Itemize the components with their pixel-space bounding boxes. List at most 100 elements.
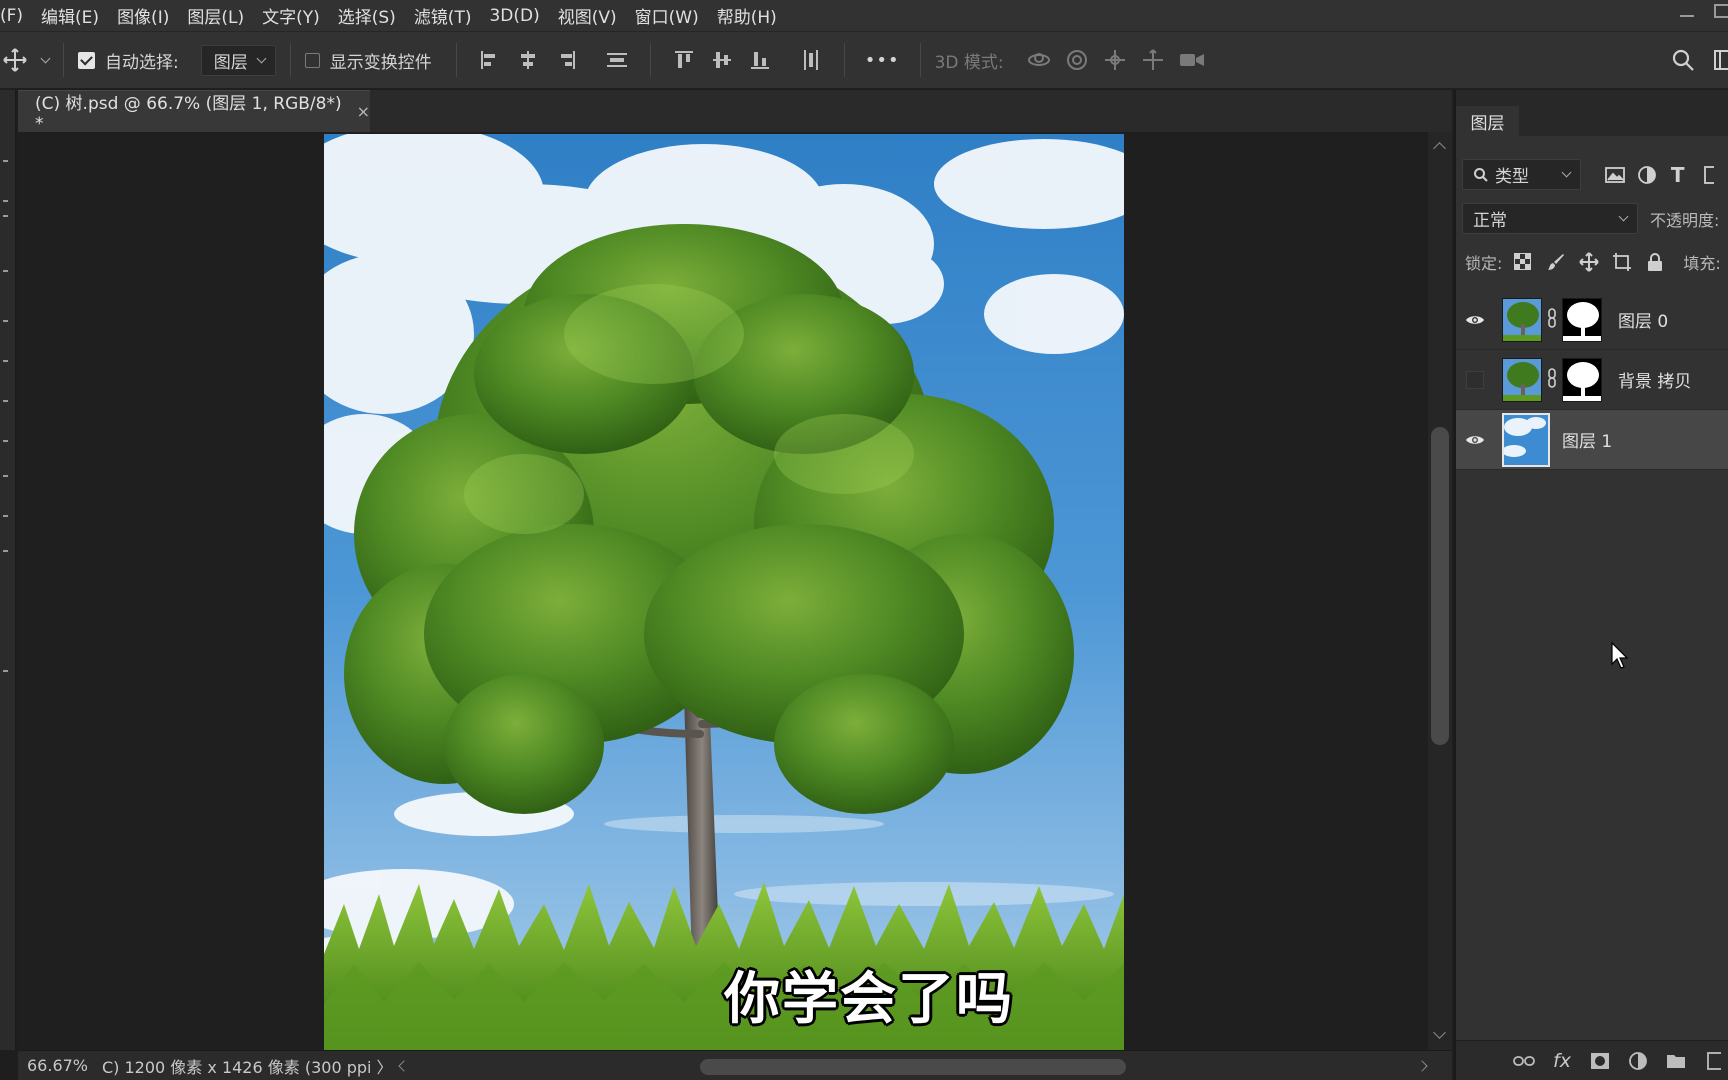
lock-transparency-icon[interactable] (1512, 251, 1534, 273)
menu-image[interactable]: 图像(I) (108, 3, 178, 28)
search-icon[interactable] (1670, 47, 1696, 73)
orbit-3d-icon[interactable] (1026, 47, 1052, 73)
menu-layer[interactable]: 图层(L) (178, 3, 253, 28)
filter-pixel-icon[interactable] (1605, 164, 1626, 186)
layer-row[interactable]: 背景 拷贝 (1456, 350, 1728, 410)
distribute-vertical-icon[interactable] (605, 48, 629, 72)
layer-mask-thumbnail[interactable] (1562, 357, 1602, 402)
tool-preset-chevron-down-icon[interactable] (40, 53, 51, 63)
restore-icon[interactable] (1714, 4, 1728, 18)
layer-thumbnail[interactable] (1502, 412, 1550, 467)
slide-3d-icon[interactable] (1140, 47, 1166, 73)
align-right-icon[interactable] (554, 48, 578, 72)
move-icon[interactable] (2, 47, 28, 73)
lock-position-icon[interactable] (1578, 251, 1600, 273)
roll-3d-icon[interactable] (1064, 47, 1090, 73)
distribute-horizontal-icon[interactable] (799, 48, 823, 72)
layer-mask-thumbnail[interactable] (1562, 297, 1602, 342)
visibility-off-box[interactable] (1456, 370, 1494, 389)
menu-file[interactable]: (F) (0, 6, 32, 26)
show-transform-checkbox[interactable] (304, 52, 320, 68)
align-top-icon[interactable] (672, 48, 696, 72)
close-icon[interactable]: × (357, 102, 370, 121)
blend-mode-dropdown[interactable]: 正常 (1462, 203, 1638, 234)
vertical-scrollbar[interactable] (1428, 132, 1452, 1050)
link-chain-icon[interactable] (1547, 307, 1557, 332)
menu-view[interactable]: 视图(V) (549, 3, 626, 28)
layer-row[interactable]: 图层 0 (1456, 290, 1728, 350)
eye-icon[interactable] (1456, 313, 1494, 327)
mouse-cursor-icon (1611, 641, 1631, 674)
minimize-icon[interactable] (1678, 6, 1696, 24)
vertical-scroll-thumb[interactable] (1431, 427, 1449, 745)
options-bar: 自动选择: 图层 显示变换控件 ••• 3D 模式: (0, 31, 1728, 89)
layer-name[interactable]: 图层 1 (1562, 427, 1612, 452)
layer-name[interactable]: 图层 0 (1618, 307, 1668, 332)
filter-type-icon[interactable]: T (1668, 163, 1688, 187)
tool-marker (3, 200, 8, 202)
lock-all-icon[interactable] (1644, 251, 1666, 273)
link-layers-icon[interactable] (1512, 1049, 1536, 1073)
align-hcenter-icon[interactable] (516, 48, 540, 72)
blend-row: 正常 不透明度: (1456, 203, 1728, 234)
new-layer-icon[interactable] (1702, 1049, 1726, 1073)
lock-artboard-icon[interactable] (1611, 251, 1633, 273)
menu-filter[interactable]: 滤镜(T) (405, 3, 481, 28)
layer-thumbnail[interactable] (1502, 297, 1542, 342)
tool-marker (3, 270, 8, 272)
opacity-label: 不透明度: (1650, 210, 1720, 230)
horizontal-scroll-thumb[interactable] (700, 1059, 1126, 1075)
more-options-button[interactable]: ••• (865, 50, 900, 71)
workspace-icon[interactable] (1714, 49, 1728, 71)
layers-panel: 图层 类型 T 正常 不透明度: 锁定: 填充: 图层 0 背景 拷贝 图层 1… (1454, 90, 1728, 1080)
tree-artwork (324, 134, 1124, 1050)
menu-select[interactable]: 选择(S) (329, 3, 405, 28)
fx-icon[interactable]: fx (1550, 1049, 1574, 1073)
menu-window[interactable]: 窗口(W) (626, 3, 708, 28)
layer-name[interactable]: 背景 拷贝 (1618, 367, 1691, 392)
new-group-folder-icon[interactable] (1664, 1049, 1688, 1073)
search-icon (1474, 167, 1488, 182)
menu-type[interactable]: 文字(Y) (253, 3, 329, 28)
divider (919, 43, 921, 77)
menu-3d[interactable]: 3D(D) (480, 6, 548, 26)
scroll-right-icon[interactable] (1416, 1060, 1428, 1072)
divider (843, 43, 845, 77)
align-vcenter-icon[interactable] (710, 48, 734, 72)
tab-layers[interactable]: 图层 (1456, 106, 1519, 136)
tool-marker (3, 475, 8, 477)
eye-icon[interactable] (1456, 433, 1494, 447)
auto-select-target-value: 图层 (213, 52, 248, 73)
camera-3d-icon[interactable] (1178, 48, 1206, 72)
link-chain-icon[interactable] (1547, 367, 1557, 392)
tool-marker (3, 400, 8, 402)
layer-row-selected[interactable]: 图层 1 (1456, 410, 1728, 470)
filter-shape-icon[interactable] (1699, 164, 1719, 186)
tool-marker (3, 160, 8, 162)
align-left-icon[interactable] (478, 48, 502, 72)
lock-label: 锁定: (1465, 254, 1503, 273)
scroll-down-icon[interactable] (1433, 1026, 1446, 1039)
add-mask-icon[interactable] (1588, 1049, 1612, 1073)
pan-3d-icon[interactable] (1102, 47, 1128, 73)
filter-adjustment-icon[interactable] (1636, 164, 1656, 186)
menu-edit[interactable]: 编辑(E) (32, 3, 108, 28)
horizontal-scrollbar[interactable] (388, 1055, 1438, 1077)
scroll-left-icon[interactable] (398, 1060, 410, 1072)
document-tab[interactable]: (C) 树.psd @ 66.7% (图层 1, RGB/8*) * × (18, 90, 370, 134)
chevron-down-icon (256, 53, 267, 63)
menu-help[interactable]: 帮助(H) (708, 3, 786, 28)
canvas-image[interactable] (324, 134, 1124, 1050)
auto-select-checkbox[interactable] (78, 51, 95, 69)
scroll-up-icon[interactable] (1433, 142, 1446, 155)
menu-bar: (F) 编辑(E) 图像(I) 图层(L) 文字(Y) 选择(S) 滤镜(T) … (0, 0, 1728, 31)
align-bottom-icon[interactable] (748, 48, 772, 72)
adjustment-layer-icon[interactable] (1626, 1049, 1650, 1073)
lock-pixels-brush-icon[interactable] (1545, 251, 1567, 273)
layer-thumbnail[interactable] (1502, 357, 1542, 402)
filter-kind-dropdown[interactable]: 类型 (1462, 159, 1582, 190)
tool-marker (3, 440, 8, 442)
auto-select-target-dropdown[interactable]: 图层 (200, 44, 276, 76)
document-info[interactable]: C) 1200 像素 x 1426 像素 (300 ppi 〉 (86, 1054, 393, 1078)
zoom-level[interactable]: 66.67% (18, 1056, 88, 1075)
